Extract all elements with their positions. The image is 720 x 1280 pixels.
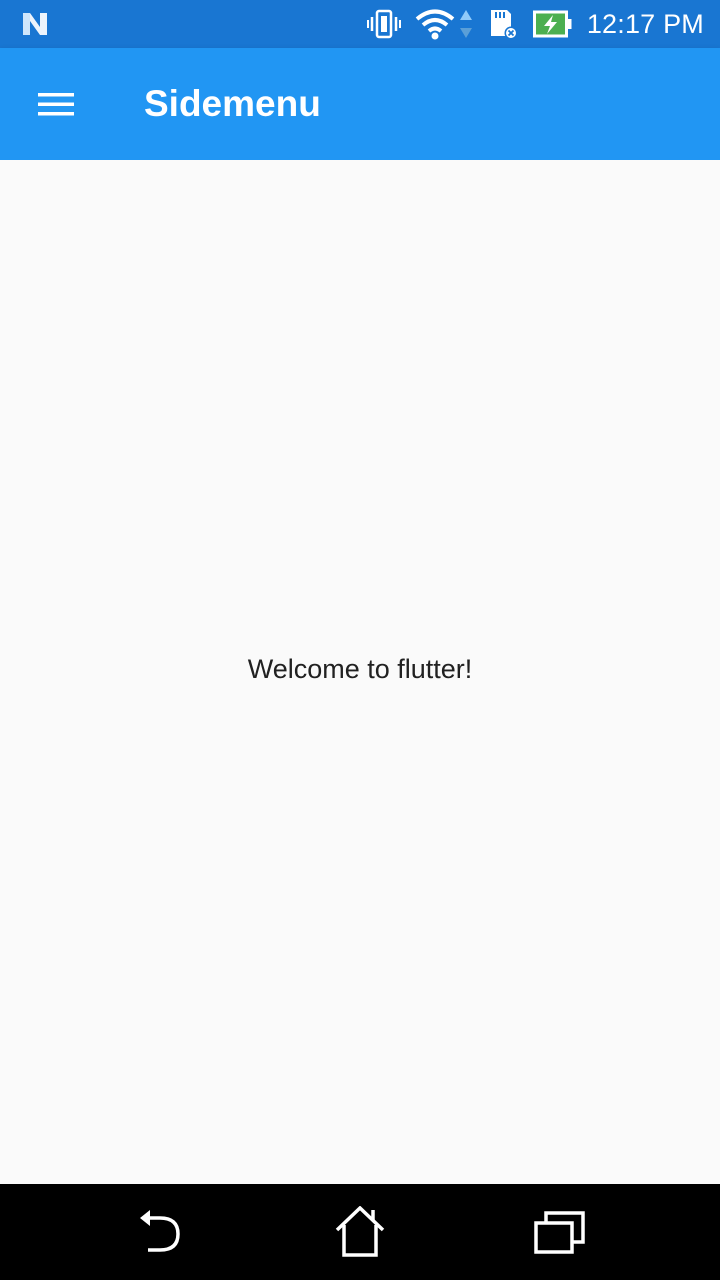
- wifi-group: [415, 8, 473, 40]
- main-content: Welcome to flutter!: [0, 160, 720, 1184]
- vibrate-icon: [366, 9, 401, 39]
- data-arrows-icon: [459, 10, 472, 38]
- notification-n-icon: [23, 13, 47, 35]
- back-button[interactable]: [130, 1202, 190, 1262]
- home-icon: [335, 1206, 385, 1257]
- hamburger-menu-icon: [38, 93, 74, 116]
- recents-button[interactable]: [530, 1202, 590, 1262]
- status-icons: 12:17 PM: [366, 0, 704, 48]
- wifi-icon: [415, 9, 455, 40]
- app-bar: Sidemenu: [0, 48, 720, 160]
- recents-icon: [534, 1211, 585, 1254]
- app-title: Sidemenu: [144, 83, 321, 124]
- battery-charging-icon: [532, 10, 572, 38]
- sd-card-icon: [490, 10, 518, 40]
- menu-button[interactable]: [22, 80, 90, 128]
- welcome-message: Welcome to flutter!: [247, 654, 473, 684]
- back-icon: [140, 1210, 180, 1252]
- home-button[interactable]: [330, 1202, 390, 1262]
- status-bar: 12:17 PM: [0, 0, 720, 48]
- clock-time: 12:17 PM: [586, 8, 704, 39]
- navigation-bar: [0, 1184, 720, 1280]
